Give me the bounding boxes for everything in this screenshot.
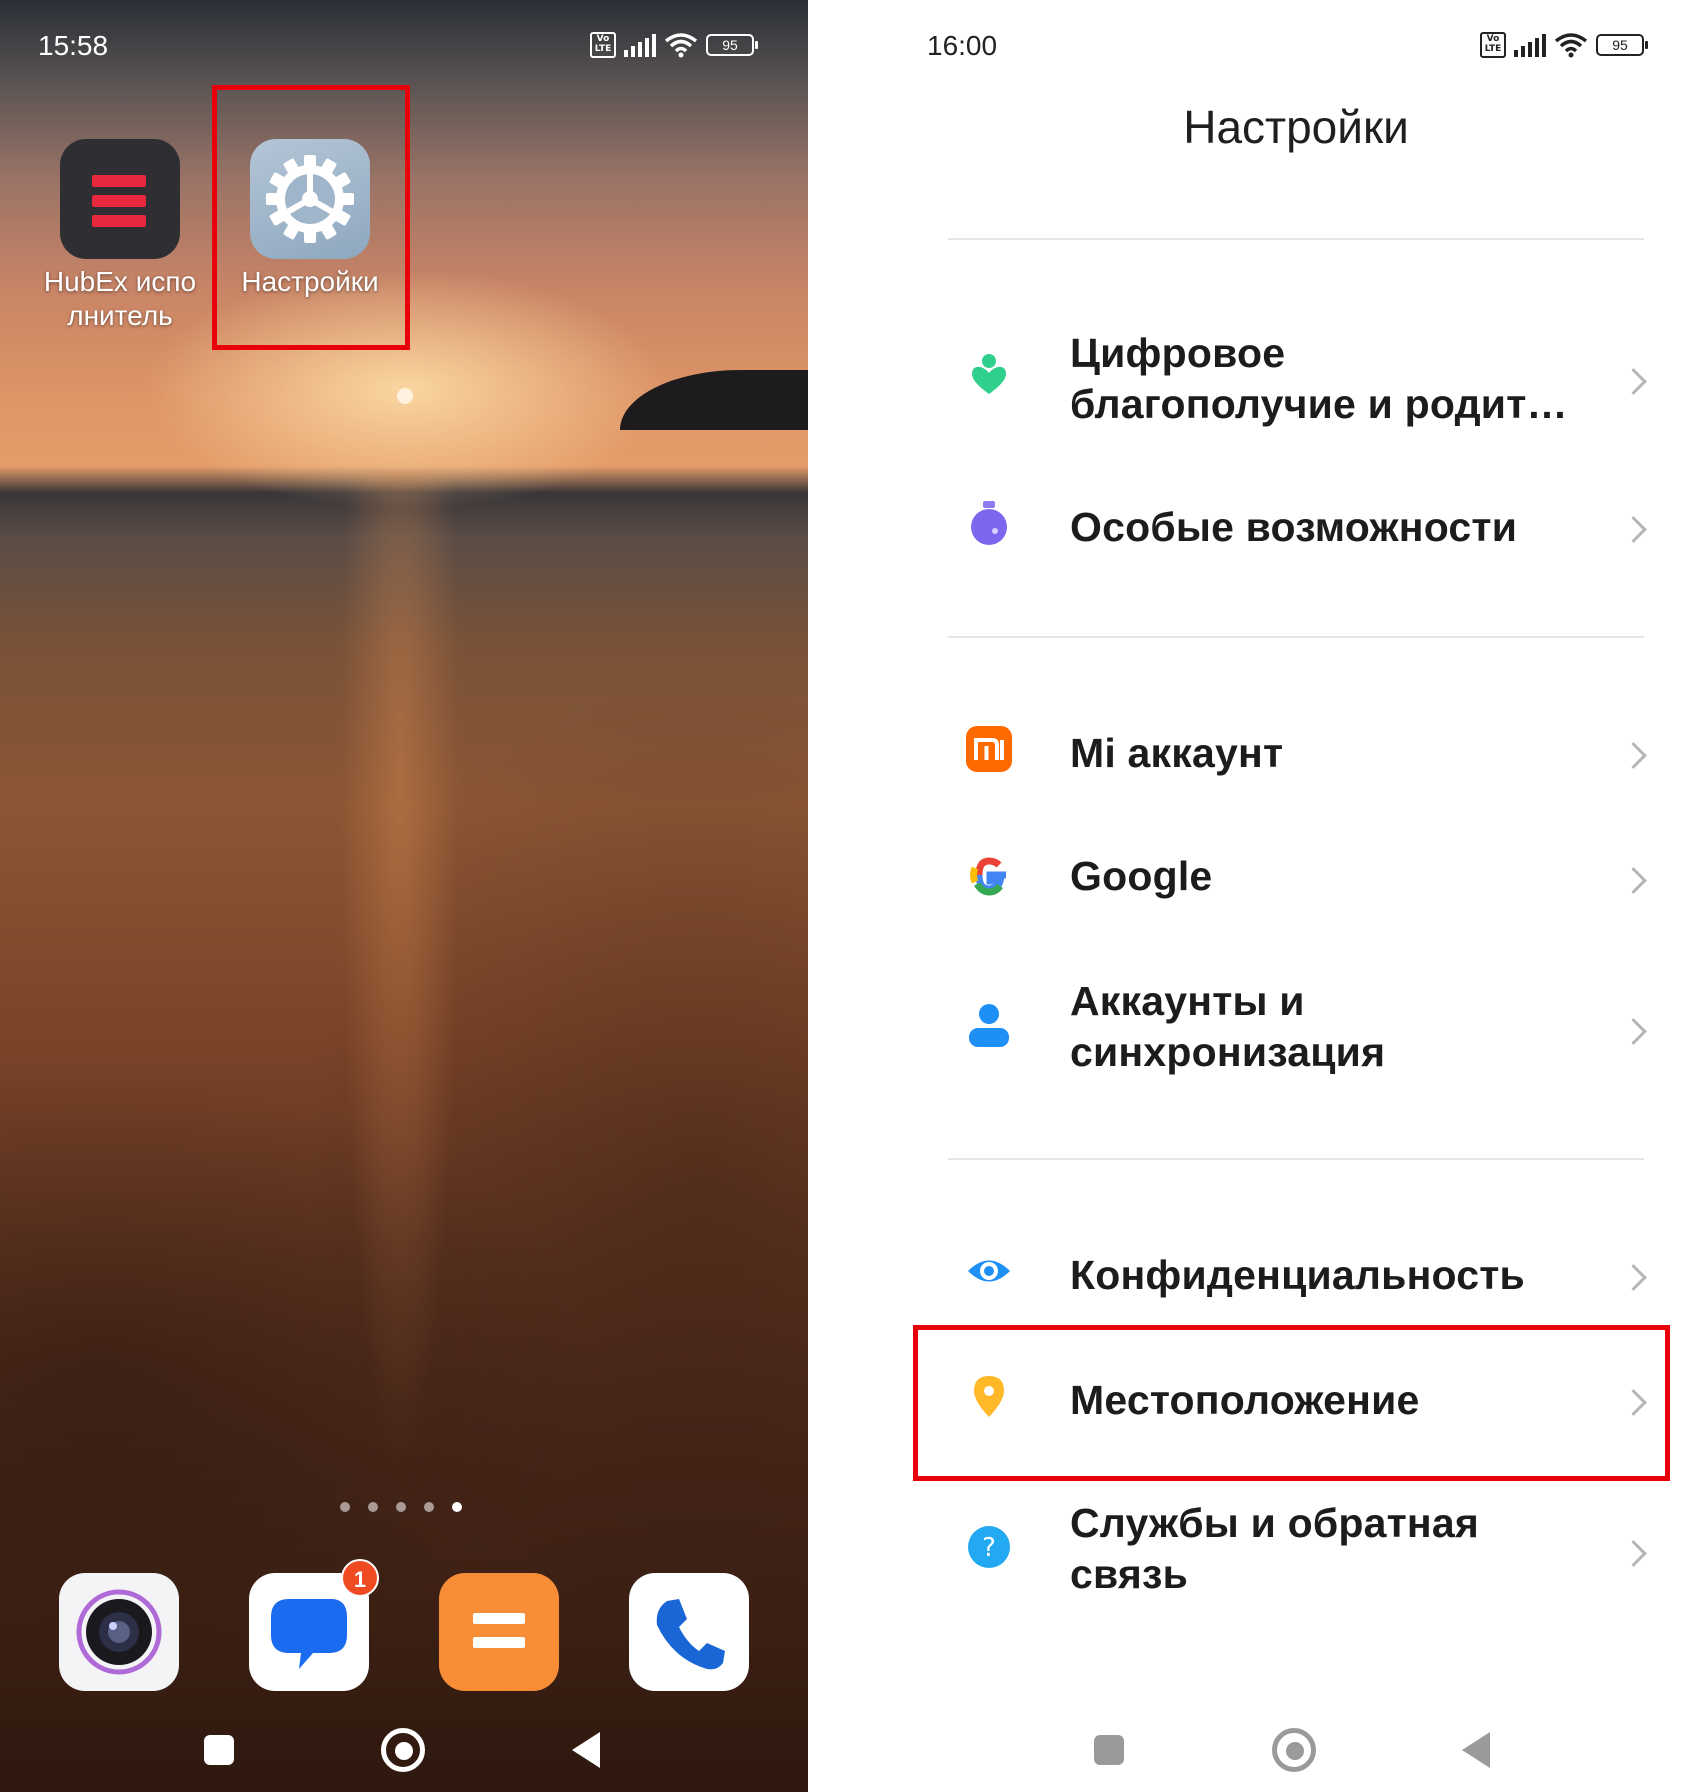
divider — [948, 238, 1644, 240]
privacy-eye-icon — [968, 1260, 1010, 1282]
chevron-right-icon — [1620, 742, 1647, 769]
back-button[interactable] — [572, 1732, 600, 1768]
settings-item-label: Особые возможности — [1070, 504, 1518, 550]
mi-account-icon — [966, 726, 1012, 772]
navigation-bar — [0, 1720, 808, 1780]
page-dot — [424, 1502, 434, 1512]
unread-badge: 1 — [341, 1559, 379, 1597]
settings-item-label: Mi аккаунт — [1070, 730, 1284, 776]
google-icon — [970, 857, 1006, 896]
battery-icon: 95 — [1596, 34, 1648, 56]
page-dot — [340, 1502, 350, 1512]
phone-icon — [656, 1599, 725, 1670]
settings-item-mi-account[interactable]: Mi аккаунт — [892, 710, 1700, 790]
status-icons: Vo LTE 95 — [590, 32, 758, 58]
divider — [948, 636, 1644, 638]
status-icons: Vo LTE 95 — [1480, 32, 1648, 58]
settings-item-wellbeing[interactable]: Цифровое благополучие и родит… — [892, 320, 1700, 440]
highlight-settings-app — [212, 85, 410, 350]
home-button[interactable] — [381, 1728, 425, 1772]
divider — [948, 1158, 1644, 1160]
wifi-icon — [664, 33, 698, 58]
chevron-right-icon — [1620, 1018, 1647, 1045]
hubex-icon — [60, 139, 180, 259]
chevron-right-icon — [1620, 867, 1647, 894]
chevron-right-icon — [1620, 1540, 1647, 1567]
signal-icon — [1514, 33, 1546, 57]
wifi-icon — [1554, 33, 1588, 58]
wallpaper-headland — [620, 370, 808, 430]
navigation-bar — [892, 1720, 1700, 1780]
accounts-icon — [969, 1004, 1009, 1047]
dock-messages[interactable]: 1 — [249, 1559, 379, 1691]
highlight-location-item — [913, 1325, 1670, 1481]
help-icon: ? — [968, 1526, 1010, 1568]
page-dot-active — [452, 1502, 462, 1512]
camera-icon — [76, 1589, 162, 1675]
page-dot — [368, 1502, 378, 1512]
svg-text:?: ? — [982, 1533, 996, 1563]
volte-icon: Vo LTE — [590, 32, 616, 58]
settings-item-privacy[interactable]: Конфиденциальность — [892, 1232, 1700, 1312]
settings-item-label: Цифровое благополучие и родит… — [1070, 330, 1568, 427]
home-button[interactable] — [1272, 1728, 1316, 1772]
dock-camera[interactable] — [59, 1573, 179, 1691]
battery-icon: 95 — [706, 34, 758, 56]
page-dot — [396, 1502, 406, 1512]
dock-orange-app[interactable] — [439, 1573, 559, 1691]
settings-item-label: Конфиденциальность — [1070, 1252, 1525, 1298]
accessibility-icon — [971, 501, 1007, 545]
settings-item-label: Службы и обратная связь — [1070, 1500, 1479, 1597]
settings-item-google[interactable]: Google — [892, 835, 1700, 915]
wellbeing-icon — [972, 354, 1006, 394]
recents-button[interactable] — [204, 1735, 234, 1765]
chevron-right-icon — [1620, 368, 1647, 395]
settings-item-label: Google — [1070, 853, 1213, 899]
page-title: Настройки — [1183, 101, 1409, 153]
orange-equals-icon — [473, 1613, 525, 1648]
settings-item-label: Аккаунты и синхронизация — [1070, 978, 1386, 1075]
home-screen: 15:58 Vo LTE 95 HubEx испо лнитель Настр… — [0, 0, 808, 1792]
settings-screen: 16:00 Vo LTE 95 Настройки Цифровое благоп… — [892, 0, 1700, 1792]
app-hubex[interactable]: HubEx испо лнитель — [30, 139, 210, 333]
app-label: HubEx испо лнитель — [43, 266, 197, 331]
settings-item-accounts-sync[interactable]: Аккаунты и синхронизация — [892, 970, 1700, 1090]
back-button[interactable] — [1462, 1732, 1490, 1768]
recents-button[interactable] — [1094, 1735, 1124, 1765]
page-indicator — [340, 1502, 462, 1512]
dock-phone[interactable] — [629, 1573, 749, 1691]
signal-icon — [624, 33, 656, 57]
settings-item-services-feedback[interactable]: ? Службы и обратная связь — [892, 1490, 1700, 1610]
wallpaper-sun — [397, 388, 413, 404]
status-time: 15:58 — [38, 30, 109, 61]
volte-icon: Vo LTE — [1480, 32, 1506, 58]
status-time: 16:00 — [927, 30, 998, 61]
settings-item-accessibility[interactable]: Особые возможности — [892, 490, 1700, 570]
